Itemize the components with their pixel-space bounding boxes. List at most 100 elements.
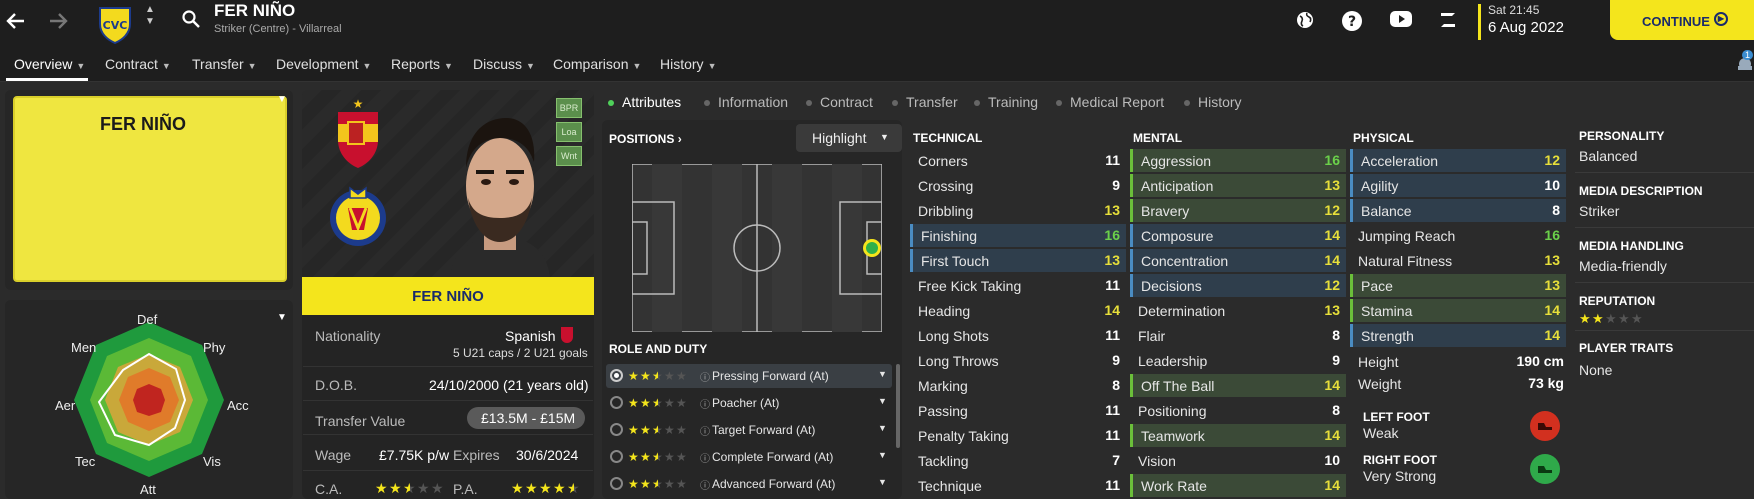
info-icon[interactable]: ⓘ <box>700 396 710 411</box>
youtube-icon[interactable] <box>1388 10 1414 34</box>
nav-contract[interactable]: Contract ▼ <box>105 56 171 72</box>
help-icon[interactable]: ? <box>1340 10 1364 34</box>
attribute-row[interactable]: Marking 8 <box>910 374 1126 397</box>
attribute-name: Teamwork <box>1141 428 1205 444</box>
club-switch-chevrons-icon[interactable]: ▲ ▼ <box>145 4 155 28</box>
positions-title[interactable]: POSITIONS › <box>609 132 682 146</box>
attribute-row[interactable]: Technique 11 <box>910 474 1126 497</box>
chevron-down-icon[interactable]: ▼ <box>878 477 887 487</box>
chevron-down-icon[interactable]: ▼ <box>878 369 887 379</box>
tab-information[interactable]: Information <box>704 94 788 110</box>
role-item[interactable]: ★★★★★ ⓘ Advanced Forward (At) ▼ <box>606 472 892 496</box>
role-item[interactable]: ★★★★★ ⓘ Poacher (At) ▼ <box>606 391 892 415</box>
radio-icon[interactable] <box>610 477 623 490</box>
attribute-row[interactable]: Decisions 12 <box>1130 274 1346 297</box>
radio-icon[interactable] <box>610 396 623 409</box>
tab-history[interactable]: History <box>1184 94 1242 110</box>
star-icon: ★ <box>664 477 675 491</box>
attribute-row[interactable]: Free Kick Taking 11 <box>910 274 1126 297</box>
attribute-row[interactable]: Vision 10 <box>1130 449 1346 472</box>
inbox-icon[interactable]: 1 <box>1736 50 1754 77</box>
forward-arrow-icon[interactable] <box>46 10 70 34</box>
attribute-row[interactable]: Finishing 16 <box>910 224 1126 247</box>
nav-development[interactable]: Development ▼ <box>276 56 371 72</box>
chevron-down-icon[interactable]: ▼ <box>878 450 887 460</box>
attribute-row[interactable]: Flair 8 <box>1130 324 1346 347</box>
attribute-row[interactable]: Determination 13 <box>1130 299 1346 322</box>
attribute-value: 8 <box>1332 327 1340 343</box>
attribute-row[interactable]: Penalty Taking 11 <box>910 424 1126 447</box>
attribute-row[interactable]: Leadership 9 <box>1130 349 1346 372</box>
attribute-row[interactable]: Acceleration 12 <box>1350 149 1566 172</box>
search-icon[interactable] <box>182 10 200 31</box>
expires-label: Expires <box>453 447 500 463</box>
attribute-row[interactable]: Off The Ball 14 <box>1130 374 1346 397</box>
tab-training[interactable]: Training <box>974 94 1038 110</box>
tab-transfer[interactable]: Transfer <box>892 94 958 110</box>
world-icon[interactable] <box>1293 10 1317 34</box>
attribute-row[interactable]: Corners 11 <box>910 149 1126 172</box>
tab-attributes[interactable]: Attributes <box>608 94 681 110</box>
attribute-row[interactable]: Aggression 16 <box>1130 149 1346 172</box>
spain-mini-flag-icon <box>561 327 573 343</box>
nav-comparison[interactable]: Comparison ▼ <box>553 56 641 72</box>
tab-medical-report[interactable]: Medical Report <box>1056 94 1164 110</box>
attribute-row[interactable]: Balance 8 <box>1350 199 1566 222</box>
continue-button[interactable]: CONTINUE ▶ <box>1610 0 1754 40</box>
role-item[interactable]: ★★★★★ ⓘ Target Forward (At) ▼ <box>606 418 892 442</box>
attribute-row[interactable]: Dribbling 13 <box>910 199 1126 222</box>
attribute-row[interactable]: Long Shots 11 <box>910 324 1126 347</box>
attribute-row[interactable]: Long Throws 9 <box>910 349 1126 372</box>
attribute-value: 16 <box>1544 227 1560 243</box>
attribute-row[interactable]: Pace 13 <box>1350 274 1566 297</box>
info-icon[interactable]: ⓘ <box>700 423 710 438</box>
badge-bpr[interactable]: BPR <box>556 98 582 118</box>
nav-transfer[interactable]: Transfer ▼ <box>192 56 257 72</box>
nav-reports[interactable]: Reports ▼ <box>391 56 453 72</box>
role-item[interactable]: ★★★★★ ⓘ Complete Forward (At) ▼ <box>606 445 892 469</box>
attribute-row[interactable]: Heading 14 <box>910 299 1126 322</box>
badge-wanted[interactable]: Wnt <box>556 146 582 166</box>
attribute-row[interactable]: Agility 10 <box>1350 174 1566 197</box>
z-logo-icon[interactable] <box>1436 10 1460 34</box>
attribute-row[interactable]: Bravery 12 <box>1130 199 1346 222</box>
nav-discuss[interactable]: Discuss ▼ <box>473 56 535 72</box>
highlight-dropdown[interactable]: Highlight ▼ <box>796 124 902 152</box>
attribute-row[interactable]: Strength 14 <box>1350 324 1566 347</box>
attribute-row[interactable]: Passing 11 <box>910 399 1126 422</box>
transfer-value[interactable]: £13.5M - £15M <box>467 407 586 429</box>
chevron-down-icon[interactable]: ▼ <box>878 423 887 433</box>
attribute-row[interactable]: Jumping Reach 16 <box>1350 224 1566 247</box>
badge-loan[interactable]: Loa <box>556 122 582 142</box>
info-icon[interactable]: ⓘ <box>700 477 710 492</box>
nav-history[interactable]: History ▼ <box>660 56 716 72</box>
media-handling-label: MEDIA HANDLING <box>1579 239 1684 253</box>
roles-scrollbar[interactable] <box>896 364 900 448</box>
radio-selected-icon[interactable] <box>610 369 623 382</box>
attribute-row[interactable]: Crossing 9 <box>910 174 1126 197</box>
attribute-row[interactable]: Composure 14 <box>1130 224 1346 247</box>
chevron-down-icon[interactable]: ▼ <box>878 396 887 406</box>
info-icon[interactable]: ⓘ <box>700 369 710 384</box>
tab-label: Transfer <box>906 94 958 110</box>
attribute-row[interactable]: Concentration 14 <box>1130 249 1346 272</box>
back-arrow-icon[interactable] <box>4 10 28 34</box>
radio-icon[interactable] <box>610 450 623 463</box>
attribute-row[interactable]: Natural Fitness 13 <box>1350 249 1566 272</box>
attribute-row[interactable]: Work Rate 14 <box>1130 474 1346 497</box>
attribute-row[interactable]: Stamina 14 <box>1350 299 1566 322</box>
role-item[interactable]: ★★★★★ ⓘ Pressing Forward (At) ▼ <box>606 364 892 388</box>
info-icon[interactable]: ⓘ <box>700 450 710 465</box>
tab-contract[interactable]: Contract <box>806 94 873 110</box>
role-duty-title: ROLE AND DUTY <box>609 342 708 356</box>
attribute-row[interactable]: Positioning 8 <box>1130 399 1346 422</box>
attribute-name: Finishing <box>921 228 978 244</box>
attribute-row[interactable]: Tackling 7 <box>910 449 1126 472</box>
ca-label: C.A. <box>315 481 343 497</box>
nav-overview[interactable]: Overview ▼ <box>14 56 85 72</box>
attribute-row[interactable]: First Touch 13 <box>910 249 1126 272</box>
chevron-down-icon[interactable]: ▼ <box>277 94 287 105</box>
radio-icon[interactable] <box>610 423 623 436</box>
attribute-row[interactable]: Teamwork 14 <box>1130 424 1346 447</box>
attribute-row[interactable]: Anticipation 13 <box>1130 174 1346 197</box>
